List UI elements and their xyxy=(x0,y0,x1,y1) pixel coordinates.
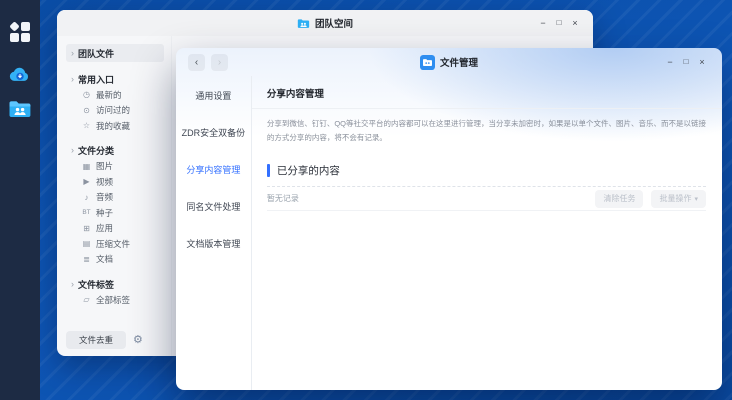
sidebar-item-all-tags[interactable]: ▱ 全部标签 xyxy=(66,292,164,308)
sidebar-item-apps[interactable]: ⊞ 应用 xyxy=(66,221,164,237)
sidebar-item-images[interactable]: ▦ 图片 xyxy=(66,159,164,175)
minimize-button[interactable]: − xyxy=(662,57,678,67)
sidebar-item-torrents[interactable]: BT 种子 xyxy=(66,205,164,221)
document-icon: ≣ xyxy=(83,254,90,264)
audio-icon: ♪ xyxy=(84,192,89,202)
caret-down-icon: ▾ xyxy=(694,195,698,203)
sidebar-item-videos[interactable]: ▶ 视频 xyxy=(66,174,164,190)
maximize-button[interactable]: □ xyxy=(678,57,694,67)
cloud-icon xyxy=(9,67,29,81)
sidebar-item-team-files[interactable]: › 团队文件 xyxy=(66,44,164,62)
description-line-1: 分享到微信、钉钉、QQ等社交平台的内容都可以在这里进行管理，当分享未加密时，如果… xyxy=(266,119,706,128)
gear-icon[interactable]: ⚙ xyxy=(133,334,143,346)
file-manager-titlebar: ‹ › 文件管理 − □ × xyxy=(176,48,722,76)
chevron-icon: › xyxy=(71,145,74,155)
chevron-icon: › xyxy=(71,47,74,58)
history-icon: ⊙ xyxy=(83,105,90,115)
image-icon: ▦ xyxy=(82,161,91,171)
sidebar-item-audio[interactable]: ♪ 音频 xyxy=(66,190,164,206)
file-manager-icon xyxy=(419,54,435,70)
star-icon: ☆ xyxy=(82,121,91,131)
batch-actions-button[interactable]: 批量操作 ▾ xyxy=(651,189,706,208)
file-dedupe-button[interactable]: 文件去重 xyxy=(66,331,126,349)
nav-forward-button[interactable]: › xyxy=(211,53,228,71)
section-accent-bar xyxy=(266,164,270,177)
apps-icon: ⊞ xyxy=(83,223,90,233)
archive-icon: ▤ xyxy=(82,239,91,249)
shared-content-section: 已分享的内容 xyxy=(266,163,706,178)
cloud-download-icon[interactable] xyxy=(8,62,32,86)
close-button[interactable]: × xyxy=(567,18,583,28)
close-button[interactable]: × xyxy=(694,57,710,67)
sidebar-group-file-tags[interactable]: › 文件标签 xyxy=(66,276,164,292)
clock-icon: ◷ xyxy=(83,90,90,100)
tab-duplicate-name[interactable]: 同名文件处理 xyxy=(176,188,251,225)
window-title: 文件管理 xyxy=(439,58,478,69)
empty-records-text: 暂无记录 xyxy=(266,194,299,203)
clear-tasks-button[interactable]: 清除任务 xyxy=(595,189,644,208)
team-space-titlebar: 团队空间 − □ × xyxy=(57,10,593,36)
desktop: 团队空间 − □ × › 团队文件 › 常用入口 ◷ 最新的 ⊙ 访问过的 ☆ … xyxy=(0,0,732,400)
tab-zdr-backup[interactable]: ZDR安全双备份 xyxy=(176,114,251,151)
tab-general-settings[interactable]: 通用设置 xyxy=(176,77,251,114)
torrent-icon: BT xyxy=(82,209,91,217)
window-title: 团队空间 xyxy=(314,19,353,30)
settings-tabs: 通用设置 ZDR安全双备份 分享内容管理 同名文件处理 文档版本管理 xyxy=(176,76,252,390)
sidebar-item-visited[interactable]: ⊙ 访问过的 xyxy=(66,103,164,119)
sidebar-group-file-categories[interactable]: › 文件分类 xyxy=(66,143,164,159)
description-line-2: 的方式分享的内容，将不会有记录。 xyxy=(266,133,387,142)
app-launcher-icon[interactable] xyxy=(8,20,32,44)
sidebar-item-archives[interactable]: ▤ 压缩文件 xyxy=(66,236,164,252)
video-icon: ▶ xyxy=(83,177,90,187)
chevron-icon: › xyxy=(71,278,74,289)
team-space-dock-icon[interactable] xyxy=(8,97,32,121)
team-space-sidebar: › 团队文件 › 常用入口 ◷ 最新的 ⊙ 访问过的 ☆ 我的收藏 › 文件分类… xyxy=(57,36,171,356)
app-grid-icon xyxy=(9,21,30,42)
file-manager-window: ‹ › 文件管理 − □ × 通用设置 ZDR安全双备份 分享内容管理 同名文件… xyxy=(176,48,722,390)
tab-share-content[interactable]: 分享内容管理 xyxy=(176,151,251,188)
share-content-panel: 分享内容管理 分享到微信、钉钉、QQ等社交平台的内容都可以在这里进行管理，当分享… xyxy=(251,76,722,390)
dock xyxy=(0,0,40,400)
team-folder-icon xyxy=(297,18,310,28)
sidebar-item-favorites[interactable]: ☆ 我的收藏 xyxy=(66,118,164,134)
section-title: 已分享的内容 xyxy=(276,165,340,177)
file-manager-body: 通用设置 ZDR安全双备份 分享内容管理 同名文件处理 文档版本管理 分享内容管… xyxy=(176,76,722,390)
maximize-button[interactable]: □ xyxy=(551,18,567,28)
panel-title: 分享内容管理 xyxy=(251,84,722,109)
tag-icon: ▱ xyxy=(83,295,90,305)
chevron-icon: › xyxy=(71,73,74,84)
shared-list-header-row: 暂无记录 清除任务 批量操作 ▾ xyxy=(266,187,706,211)
nav-back-button[interactable]: ‹ xyxy=(188,53,205,71)
team-folder-icon xyxy=(9,101,31,117)
minimize-button[interactable]: − xyxy=(535,18,551,28)
tab-doc-version[interactable]: 文档版本管理 xyxy=(176,225,251,262)
sidebar-group-common-entries[interactable]: › 常用入口 xyxy=(66,71,164,87)
panel-description: 分享到微信、钉钉、QQ等社交平台的内容都可以在这里进行管理，当分享未加密时，如果… xyxy=(267,117,706,145)
sidebar-item-recent[interactable]: ◷ 最新的 xyxy=(66,87,164,103)
sidebar-item-documents[interactable]: ≣ 文档 xyxy=(66,252,164,268)
sidebar-footer: 文件去重 ⚙ xyxy=(66,331,143,349)
